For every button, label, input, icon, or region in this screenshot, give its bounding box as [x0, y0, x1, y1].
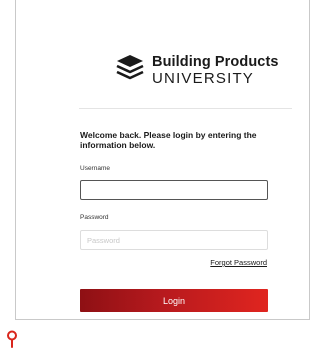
brand-subtitle: UNIVERSITY	[152, 70, 255, 87]
password-label: Password	[80, 214, 109, 221]
welcome-message: Welcome back. Please login by entering t…	[80, 130, 257, 150]
username-label: Username	[80, 165, 110, 172]
password-input[interactable]	[80, 230, 268, 250]
login-card: Building Products UNIVERSITY	[15, 0, 310, 320]
map-pin-icon[interactable]	[6, 330, 18, 348]
forgot-password-link[interactable]: Forgot Password	[210, 258, 267, 267]
brand-logo: Building Products UNIVERSITY	[114, 50, 314, 90]
login-button[interactable]: Login	[80, 289, 268, 312]
stacked-layers-icon	[116, 55, 144, 80]
username-input[interactable]	[80, 180, 268, 200]
brand-name: Building Products	[152, 54, 279, 70]
divider	[79, 108, 292, 109]
